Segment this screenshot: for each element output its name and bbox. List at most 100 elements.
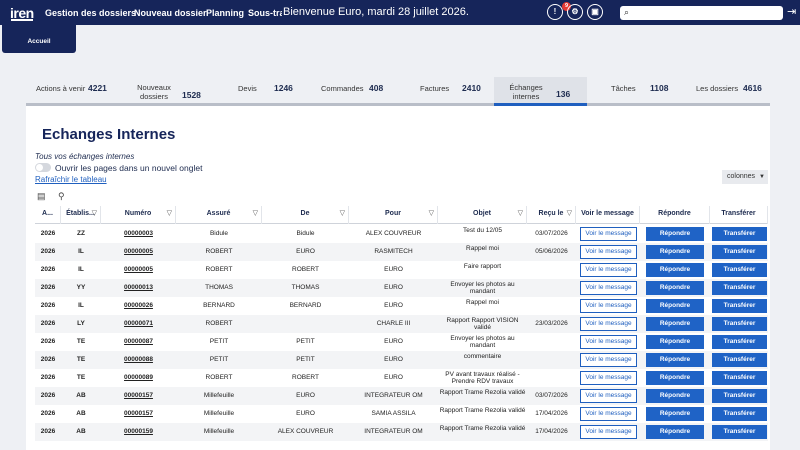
tab-actions-a-venir[interactable]: Actions à venir 4221 bbox=[26, 77, 118, 105]
filter-icon[interactable]: ▽ bbox=[518, 206, 523, 222]
forward-button[interactable]: Transférer bbox=[712, 407, 767, 421]
cell-numero[interactable]: 00000159 bbox=[101, 423, 176, 441]
search-input[interactable] bbox=[634, 7, 779, 19]
table-row: 2026 LY 00000071 ROBERT CHARLE III Rapport Ra… bbox=[35, 315, 768, 333]
view-message-button[interactable]: Voir le message bbox=[580, 281, 637, 295]
nav-nouveau-dossier[interactable]: Nouveau dossier bbox=[134, 8, 207, 18]
reply-button[interactable]: Répondre bbox=[646, 317, 704, 331]
forward-button[interactable]: Transférer bbox=[712, 317, 767, 331]
table-row: 2026 AB 00000157 Millefeuille EURO SAMIA ASSI… bbox=[35, 405, 768, 423]
column-header[interactable]: Reçu le ▽ bbox=[527, 206, 576, 224]
view-message-button[interactable]: Voir le message bbox=[580, 371, 637, 385]
tab-devis[interactable]: Devis 1246 bbox=[224, 77, 304, 105]
view-message-button[interactable]: Voir le message bbox=[580, 353, 637, 367]
app-logo[interactable]: iren bbox=[10, 5, 34, 21]
forward-button[interactable]: Transférer bbox=[712, 335, 767, 349]
cell-numero[interactable]: 00000003 bbox=[101, 225, 176, 243]
forward-button[interactable]: Transférer bbox=[712, 281, 767, 295]
tab-commandes[interactable]: Commandes 408 bbox=[311, 77, 401, 105]
cell-objet: Rapport Rapport VISION validé bbox=[446, 316, 519, 332]
forward-button[interactable]: Transférer bbox=[712, 353, 767, 367]
alert-icon[interactable]: ! bbox=[547, 4, 563, 20]
reply-button[interactable]: Répondre bbox=[646, 335, 704, 349]
reply-button[interactable]: Répondre bbox=[646, 299, 704, 313]
view-message-button[interactable]: Voir le message bbox=[580, 263, 637, 277]
filter-icon[interactable]: ▽ bbox=[253, 206, 258, 222]
forward-button[interactable]: Transférer bbox=[712, 227, 767, 241]
nav-planning[interactable]: Planning bbox=[206, 8, 244, 18]
forward-button[interactable]: Transférer bbox=[712, 263, 767, 277]
view-message-button[interactable]: Voir le message bbox=[580, 245, 637, 259]
forward-button[interactable]: Transférer bbox=[712, 245, 767, 259]
reply-button[interactable]: Répondre bbox=[646, 353, 704, 367]
column-header-label: Établis... bbox=[66, 210, 95, 217]
view-message-button[interactable]: Voir le message bbox=[580, 299, 637, 313]
forward-button[interactable]: Transférer bbox=[712, 371, 767, 385]
tab-echanges-internes[interactable]: Échanges internes 136 bbox=[494, 77, 587, 105]
filter-icon[interactable]: ▽ bbox=[92, 206, 97, 222]
reply-button[interactable]: Répondre bbox=[646, 371, 704, 385]
forward-button[interactable]: Transférer bbox=[712, 299, 767, 313]
filter-icon[interactable]: ▽ bbox=[429, 206, 434, 222]
cell-numero[interactable]: 00000013 bbox=[101, 279, 176, 297]
tab-les-dossiers[interactable]: Les dossiers 4616 bbox=[688, 77, 770, 105]
cell-numero[interactable]: 00000005 bbox=[101, 261, 176, 279]
view-message-button[interactable]: Voir le message bbox=[580, 335, 637, 349]
filter-icon[interactable]: ▽ bbox=[567, 206, 572, 222]
search-box[interactable]: ⌕ bbox=[620, 6, 783, 20]
export-excel-icon[interactable]: ▤ bbox=[37, 191, 46, 202]
column-header[interactable]: Objet ▽ bbox=[438, 206, 527, 224]
refresh-link[interactable]: Rafraîchir le tableau bbox=[35, 175, 107, 184]
column-header[interactable]: A... bbox=[35, 206, 61, 224]
tab-count: 1246 bbox=[274, 83, 293, 93]
new-tab-toggle[interactable] bbox=[35, 163, 51, 172]
cell-numero[interactable]: 00000089 bbox=[101, 369, 176, 387]
column-header[interactable]: Voir le message bbox=[576, 206, 640, 224]
cell-numero[interactable]: 00000157 bbox=[101, 405, 176, 423]
column-header[interactable]: Établis... ▽ bbox=[61, 206, 101, 224]
column-header[interactable]: Assuré ▽ bbox=[176, 206, 262, 224]
box-icon[interactable]: ▣ bbox=[587, 4, 603, 20]
column-header[interactable]: Répondre bbox=[640, 206, 710, 224]
view-message-button[interactable]: Voir le message bbox=[580, 317, 637, 331]
filter-icon[interactable]: ▽ bbox=[167, 206, 172, 222]
reply-button[interactable]: Répondre bbox=[646, 407, 704, 421]
filter-reset-icon[interactable]: ⚲ bbox=[58, 191, 65, 202]
view-message-button[interactable]: Voir le message bbox=[580, 389, 637, 403]
logout-icon[interactable]: ⇥ bbox=[787, 5, 799, 19]
tab-factures[interactable]: Factures 2410 bbox=[408, 77, 498, 105]
column-header[interactable]: Numéro ▽ bbox=[101, 206, 176, 224]
reply-button[interactable]: Répondre bbox=[646, 281, 704, 295]
cell-pour: RASMITECH bbox=[374, 248, 413, 255]
column-header-label: Répondre bbox=[658, 210, 691, 217]
view-message-button[interactable]: Voir le message bbox=[580, 407, 637, 421]
view-message-button[interactable]: Voir le message bbox=[580, 227, 637, 241]
filter-icon[interactable]: ▽ bbox=[340, 206, 345, 222]
settings-icon[interactable]: ⚙ bbox=[567, 4, 583, 20]
reply-button[interactable]: Répondre bbox=[646, 425, 704, 439]
cell-numero[interactable]: 00000157 bbox=[101, 387, 176, 405]
column-header[interactable]: Pour ▽ bbox=[349, 206, 438, 224]
column-header[interactable]: De ▽ bbox=[262, 206, 349, 224]
forward-button[interactable]: Transférer bbox=[712, 425, 767, 439]
reply-button[interactable]: Répondre bbox=[646, 389, 704, 403]
cell-numero[interactable]: 00000087 bbox=[101, 333, 176, 351]
reply-button[interactable]: Répondre bbox=[646, 263, 704, 277]
forward-button[interactable]: Transférer bbox=[712, 389, 767, 403]
reply-button[interactable]: Répondre bbox=[646, 245, 704, 259]
tab-taches[interactable]: Tâches 1108 bbox=[601, 77, 681, 105]
tab-nouveaux-dossiers[interactable]: Nouveaux dossiers 1528 bbox=[122, 77, 214, 105]
nav-gestion-dossiers[interactable]: Gestion des dossiers bbox=[45, 8, 136, 18]
nav-sous-traitance[interactable]: Sous-traitance bbox=[248, 8, 282, 18]
reply-button[interactable]: Répondre bbox=[646, 227, 704, 241]
cell-numero[interactable]: 00000005 bbox=[101, 243, 176, 261]
columns-button[interactable]: colonnes ▼ bbox=[722, 170, 768, 184]
column-header[interactable]: Transférer bbox=[710, 206, 768, 224]
cell-annee: 2026 bbox=[40, 338, 56, 345]
view-message-button[interactable]: Voir le message bbox=[580, 425, 637, 439]
cell-annee: 2026 bbox=[40, 284, 56, 291]
accueil-tab[interactable]: Accueil bbox=[2, 25, 76, 53]
cell-numero[interactable]: 00000026 bbox=[101, 297, 176, 315]
cell-numero[interactable]: 00000071 bbox=[101, 315, 176, 333]
cell-numero[interactable]: 00000088 bbox=[101, 351, 176, 369]
